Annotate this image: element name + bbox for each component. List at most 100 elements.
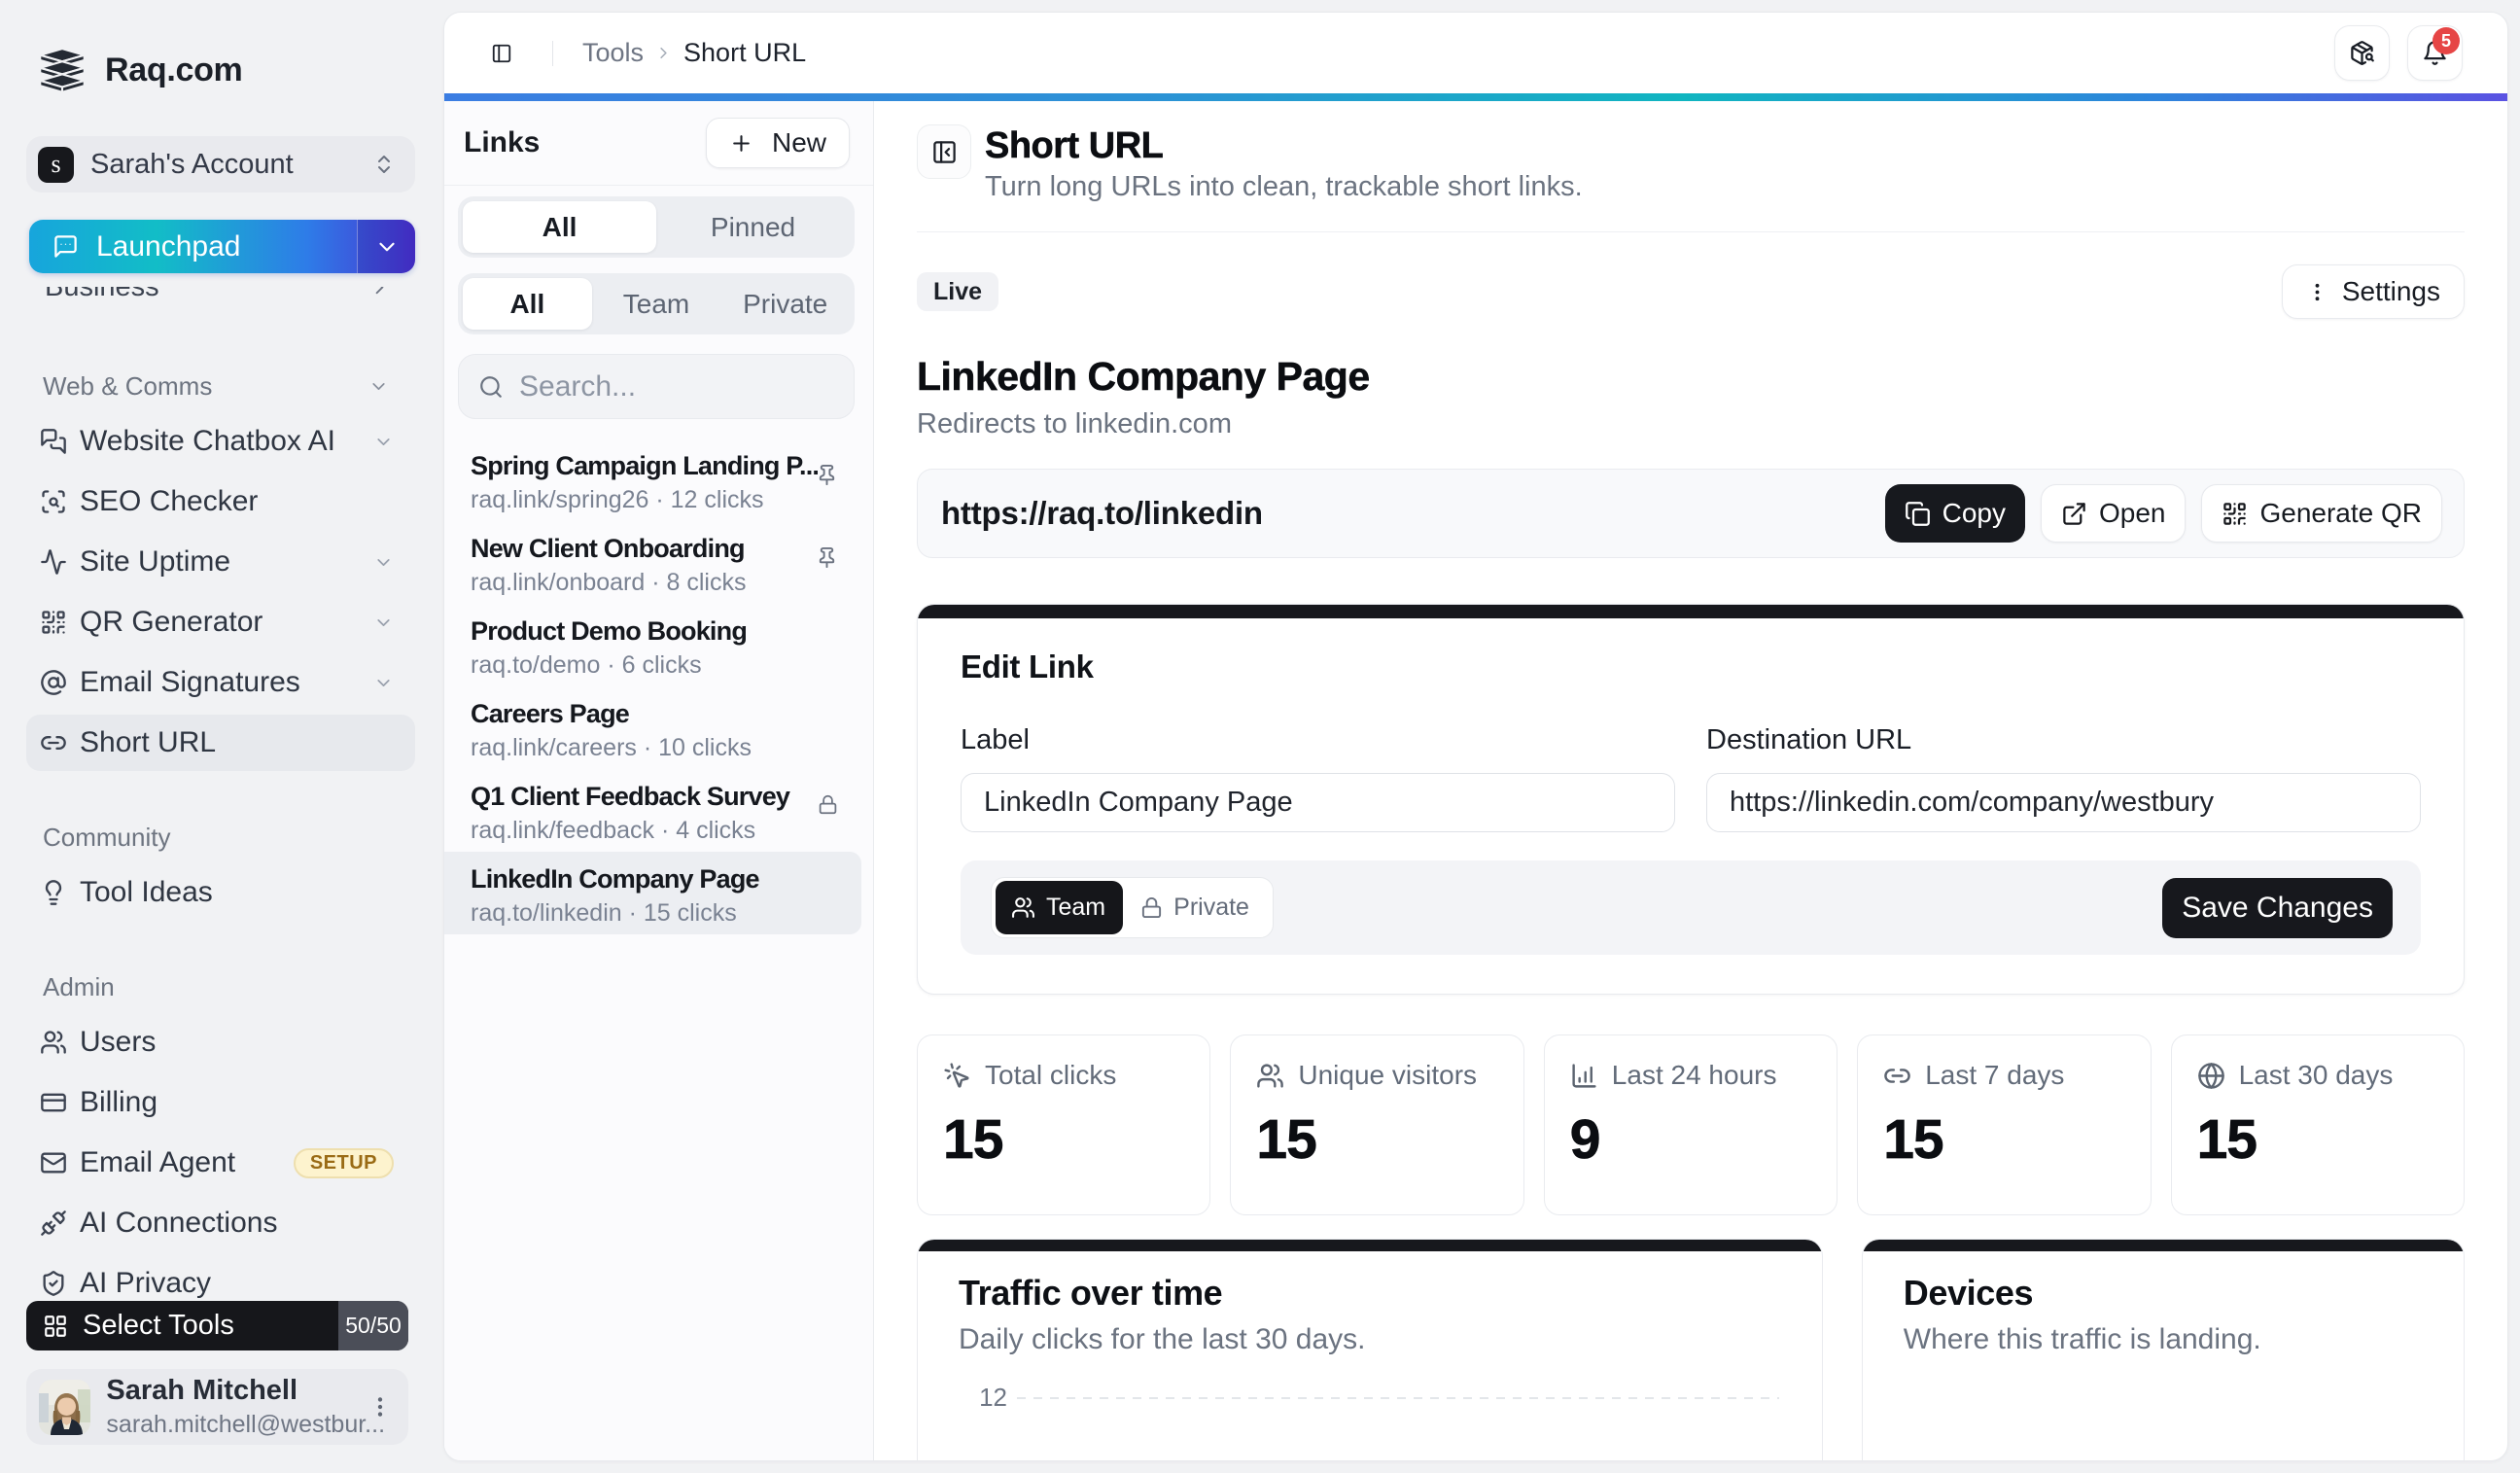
visibility-toggle: Team Private xyxy=(991,877,1274,938)
link-item-meta: raq.link/spring26 · 12 clicks xyxy=(471,485,821,514)
tab-all[interactable]: All xyxy=(463,201,656,253)
search-input[interactable] xyxy=(519,370,834,403)
link-item-title: Product Demo Booking xyxy=(471,614,821,649)
open-button-label: Open xyxy=(2099,498,2166,529)
header-divider xyxy=(552,41,553,66)
link-item-meta: raq.link/careers · 10 clicks xyxy=(471,733,821,762)
settings-button[interactable]: Settings xyxy=(2282,264,2465,319)
short-url-box: https://raq.to/linkedin Copy Open Genera… xyxy=(917,469,2465,558)
sidebar-item-label: Short URL xyxy=(80,726,216,759)
chevrons-up-down-icon xyxy=(372,153,396,176)
destination-field-input[interactable] xyxy=(1706,773,2421,832)
link-item-title: Q1 Client Feedback Survey xyxy=(471,779,821,814)
link-item-meta: raq.to/linkedin · 15 clicks xyxy=(471,898,821,928)
link-item[interactable]: Product Demo Booking raq.to/demo · 6 cli… xyxy=(444,604,861,686)
tool-title: Short URL xyxy=(985,124,1583,167)
tab-visibility-private[interactable]: Private xyxy=(720,278,850,330)
sidebar-item-billing[interactable]: Billing xyxy=(26,1074,415,1131)
sidebar-section-label: Community xyxy=(43,823,170,853)
notifications-button[interactable]: 5 xyxy=(2407,25,2463,81)
plug-icon xyxy=(40,1210,67,1237)
tool-subtitle: Turn long URLs into clean, trackable sho… xyxy=(985,171,1583,203)
stat-label: Last 30 days xyxy=(2239,1060,2394,1091)
visibility-private-option[interactable]: Private xyxy=(1123,881,1269,934)
user-name: Sarah Mitchell xyxy=(106,1375,368,1407)
stat-label: Last 7 days xyxy=(1925,1060,2064,1091)
sidebar-item-short-url[interactable]: Short URL xyxy=(26,715,415,771)
tab-visibility-team[interactable]: Team xyxy=(592,278,721,330)
stats-row: Total clicks 15 Unique visitors 15 Last … xyxy=(917,1035,2465,1215)
copy-button[interactable]: Copy xyxy=(1885,484,2025,543)
globe-icon xyxy=(2197,1062,2225,1090)
link-item[interactable]: Careers Page raq.link/careers · 10 click… xyxy=(444,686,861,769)
plus-icon xyxy=(729,131,753,156)
sidebar-item-seo-checker[interactable]: SEO Checker xyxy=(26,473,415,530)
brand: Raq.com xyxy=(35,41,415,99)
brand-logo-icon xyxy=(35,41,89,99)
brand-name: Raq.com xyxy=(105,52,243,89)
sidebar-item-website-chatbox-ai[interactable]: Website Chatbox AI xyxy=(26,413,415,470)
search-icon xyxy=(478,374,504,400)
sidebar-item-label: Billing xyxy=(80,1086,158,1119)
lock-icon xyxy=(1140,896,1163,919)
browse-tools-button[interactable] xyxy=(2334,25,2390,81)
traffic-card-title: Traffic over time xyxy=(959,1273,1781,1314)
new-button-label: New xyxy=(772,127,826,158)
user-avatar xyxy=(39,1380,90,1435)
accent-gradient-bar xyxy=(444,93,2507,101)
sidebar-item-email-agent[interactable]: Email Agent SETUP xyxy=(26,1135,415,1191)
link-item[interactable]: Spring Campaign Landing P... raq.link/sp… xyxy=(444,438,861,521)
card-accent-bar xyxy=(1863,1240,2464,1251)
visibility-team-option[interactable]: Team xyxy=(996,881,1123,934)
tool-icon-box xyxy=(917,124,971,179)
save-changes-button[interactable]: Save Changes xyxy=(2162,878,2393,938)
account-switcher[interactable]: s Sarah's Account xyxy=(26,136,415,193)
tab-pinned[interactable]: Pinned xyxy=(656,201,850,253)
tab-visibility-all[interactable]: All xyxy=(463,278,592,330)
stat-label: Unique visitors xyxy=(1298,1060,1477,1091)
link-title: LinkedIn Company Page xyxy=(917,353,2465,400)
chevron-down-icon xyxy=(373,673,394,693)
launchpad-button[interactable]: Launchpad xyxy=(29,220,415,273)
open-button[interactable]: Open xyxy=(2041,484,2187,543)
sidebar-item-tool-ideas[interactable]: Tool Ideas xyxy=(26,864,415,921)
new-link-button[interactable]: New xyxy=(706,118,850,168)
launchpad-expand-button[interactable] xyxy=(357,220,415,273)
copy-button-label: Copy xyxy=(1942,498,2006,529)
sidebar-item-email-signatures[interactable]: Email Signatures xyxy=(26,654,415,711)
user-menu-icon[interactable] xyxy=(368,1394,393,1420)
sidebar-section-web-comms[interactable]: Web & Comms xyxy=(26,368,415,403)
user-profile-card[interactable]: Sarah Mitchell sarah.mitchell@westbur... xyxy=(26,1369,408,1445)
messages-square-icon xyxy=(40,428,67,455)
stat-card-unique-visitors: Unique visitors 15 xyxy=(1230,1035,1523,1215)
link-item[interactable]: Q1 Client Feedback Survey raq.link/feedb… xyxy=(444,769,861,852)
layout-grid-icon xyxy=(43,1314,68,1339)
sidebar-item-site-uptime[interactable]: Site Uptime xyxy=(26,534,415,590)
account-avatar: s xyxy=(38,147,74,183)
link-item-selected[interactable]: LinkedIn Company Page raq.to/linkedin · … xyxy=(444,852,861,934)
sidebar-item-qr-generator[interactable]: QR Generator xyxy=(26,594,415,650)
stat-card-last-7-days: Last 7 days 15 xyxy=(1857,1035,2151,1215)
users-icon xyxy=(40,1029,67,1056)
stat-card-total-clicks: Total clicks 15 xyxy=(917,1035,1210,1215)
sidebar-item-users[interactable]: Users xyxy=(26,1014,415,1070)
breadcrumb-section[interactable]: Tools xyxy=(582,38,644,68)
launchpad-label: Launchpad xyxy=(96,230,240,263)
link-item-meta: raq.link/onboard · 8 clicks xyxy=(471,568,821,597)
traffic-chart: 12 xyxy=(959,1383,1781,1413)
external-link-icon xyxy=(2061,501,2087,527)
search-box[interactable] xyxy=(458,354,855,419)
label-field-input[interactable] xyxy=(961,773,1675,832)
status-badge: Live xyxy=(917,272,998,311)
divider xyxy=(917,231,2465,232)
sidebar-item-ai-privacy[interactable]: AI Privacy xyxy=(26,1255,415,1302)
link-item[interactable]: New Client Onboarding raq.link/onboard ·… xyxy=(444,521,861,604)
copy-icon xyxy=(1905,501,1931,527)
user-email: sarah.mitchell@westbur... xyxy=(106,1411,368,1439)
select-tools-button[interactable]: Select Tools 50/50 xyxy=(26,1301,408,1350)
sidebar-item-label: Email Agent xyxy=(80,1146,235,1179)
generate-qr-button[interactable]: Generate QR xyxy=(2201,484,2442,543)
sidebar-toggle-icon[interactable] xyxy=(491,43,512,64)
sidebar-group-business[interactable]: Business xyxy=(26,287,415,311)
sidebar-item-ai-connections[interactable]: AI Connections xyxy=(26,1195,415,1251)
